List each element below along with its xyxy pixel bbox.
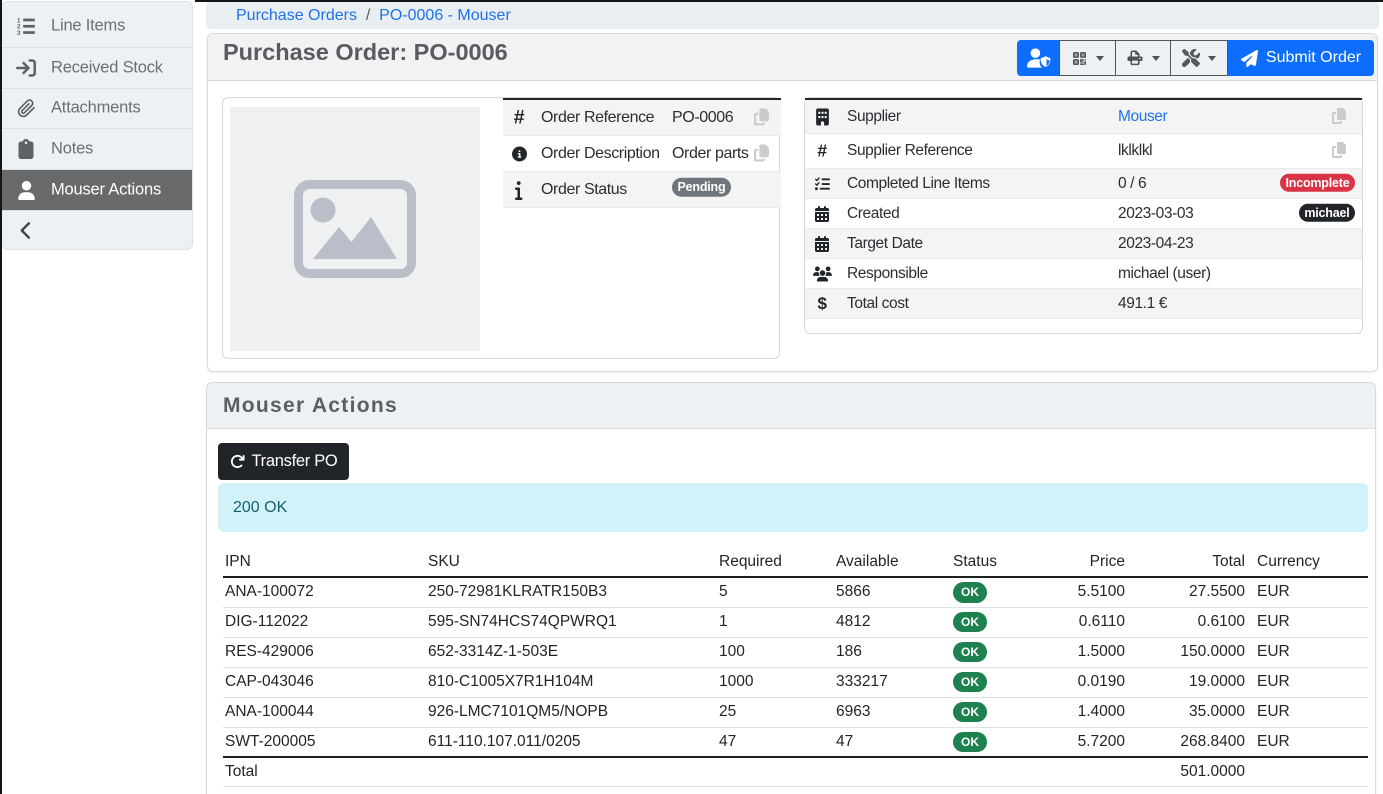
svg-text:3: 3 xyxy=(17,30,21,36)
